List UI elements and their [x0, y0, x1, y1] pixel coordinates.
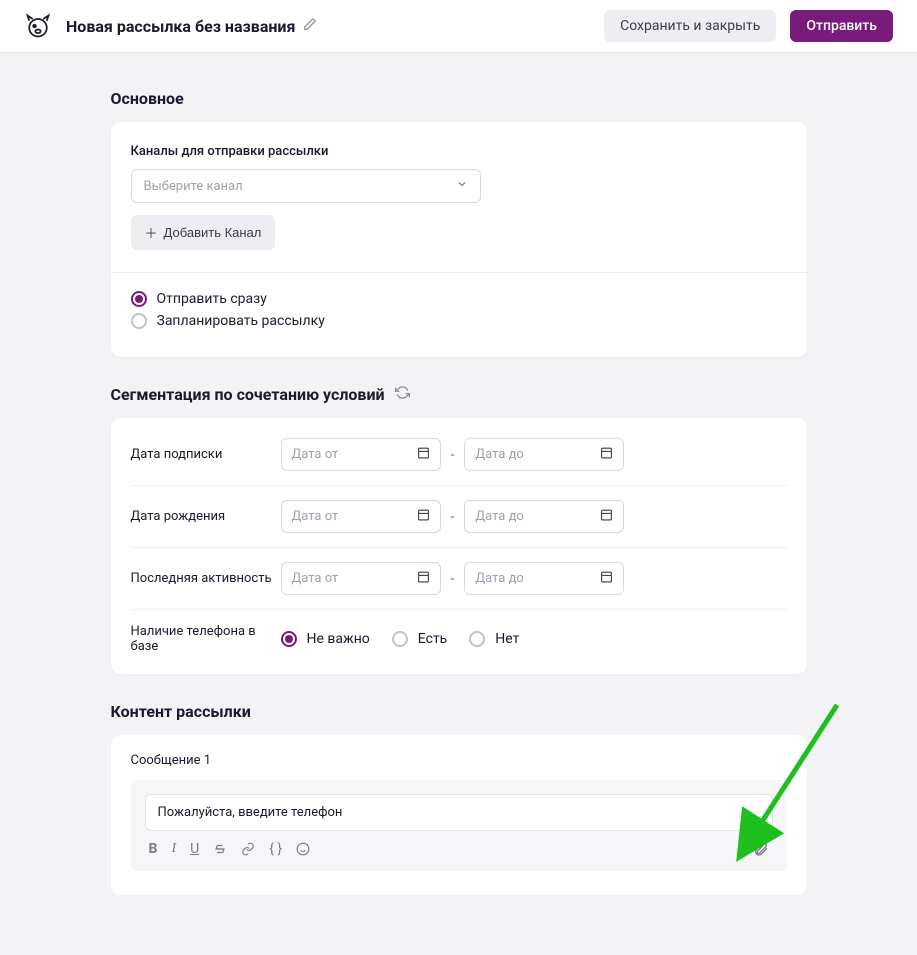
card-segmentation: Дата подписки Дата от - Дата до Дата рож…: [111, 418, 807, 674]
braces-icon[interactable]: { }: [269, 841, 282, 857]
calendar-icon: [417, 570, 430, 587]
add-channel-button[interactable]: ＋ Добавить Канал: [131, 215, 276, 250]
chevron-down-icon: [456, 178, 468, 194]
emoji-icon[interactable]: [296, 842, 310, 856]
card-main: Каналы для отправки рассылки Выберите ка…: [111, 122, 807, 357]
italic-icon[interactable]: I: [171, 841, 176, 857]
radio-phone-no[interactable]: Нет: [469, 631, 519, 647]
radio-icon: [131, 291, 147, 307]
radio-phone-yes[interactable]: Есть: [392, 631, 448, 647]
date-to-subscription[interactable]: Дата до: [464, 438, 624, 471]
row-phone-presence: Наличие телефона в базе Не важно Есть Не…: [131, 610, 787, 668]
dash: -: [451, 571, 455, 587]
date-to-birth[interactable]: Дата до: [464, 500, 624, 533]
label-activity-date: Последняя активность: [131, 571, 281, 586]
radio-phone-any[interactable]: Не важно: [281, 631, 370, 647]
date-from-activity[interactable]: Дата от: [281, 562, 441, 595]
radio-phone-yes-label: Есть: [418, 631, 448, 647]
editor-toolbar: B I U { }: [145, 841, 773, 857]
edit-title-icon[interactable]: [303, 17, 317, 35]
channels-label: Каналы для отправки рассылки: [131, 144, 787, 159]
label-birth-date: Дата рождения: [131, 509, 281, 524]
page-container: Основное Каналы для отправки рассылки Вы…: [99, 53, 819, 955]
radio-schedule[interactable]: Запланировать рассылку: [131, 313, 787, 329]
editor-wrap: B I U { }: [131, 780, 787, 871]
row-birth-date: Дата рождения Дата от - Дата до: [131, 486, 787, 548]
radio-icon: [469, 631, 485, 647]
card-content: Сообщение 1 B I U { }: [111, 735, 807, 895]
underline-icon[interactable]: U: [190, 841, 199, 857]
section-main-title: Основное: [111, 89, 807, 108]
radio-send-now[interactable]: Отправить сразу: [131, 291, 787, 307]
save-close-button[interactable]: Сохранить и закрыть: [604, 10, 776, 42]
page-title: Новая рассылка без названия: [66, 17, 295, 36]
dash: -: [451, 509, 455, 525]
message-label: Сообщение 1: [131, 753, 787, 768]
row-subscription-date: Дата подписки Дата от - Дата до: [131, 424, 787, 486]
label-phone-presence: Наличие телефона в базе: [131, 624, 281, 654]
phone-radio-group: Не важно Есть Нет: [281, 631, 520, 647]
strikethrough-icon[interactable]: [213, 842, 227, 856]
radio-icon: [392, 631, 408, 647]
add-channel-label: Добавить Канал: [164, 225, 262, 240]
send-button[interactable]: Отправить: [790, 10, 893, 42]
radio-phone-no-label: Нет: [495, 631, 519, 647]
attachment-icon[interactable]: [753, 841, 769, 857]
calendar-icon: [417, 446, 430, 463]
row-activity-date: Последняя активность Дата от - Дата до: [131, 548, 787, 610]
app-header: Новая рассылка без названия Сохранить и …: [0, 0, 917, 53]
calendar-icon: [600, 508, 613, 525]
radio-phone-any-label: Не важно: [307, 631, 370, 647]
dash: -: [451, 447, 455, 463]
label-subscription-date: Дата подписки: [131, 447, 281, 462]
calendar-icon: [600, 446, 613, 463]
message-input[interactable]: [145, 794, 773, 831]
date-from-birth[interactable]: Дата от: [281, 500, 441, 533]
divider: [111, 272, 807, 273]
plus-icon: ＋: [145, 223, 158, 242]
radio-schedule-label: Запланировать рассылку: [157, 313, 325, 329]
radio-icon: [131, 313, 147, 329]
refresh-icon[interactable]: [395, 385, 410, 404]
bold-icon[interactable]: B: [149, 841, 158, 857]
channel-select-placeholder: Выберите канал: [144, 179, 243, 194]
calendar-icon: [417, 508, 430, 525]
section-content-title: Контент рассылки: [111, 702, 807, 721]
channel-select[interactable]: Выберите канал: [131, 169, 481, 203]
date-to-activity[interactable]: Дата до: [464, 562, 624, 595]
date-from-subscription[interactable]: Дата от: [281, 438, 441, 471]
title-wrap: Новая рассылка без названия: [66, 17, 590, 36]
segmentation-title-text: Сегментация по сочетанию условий: [111, 385, 385, 404]
app-logo: [24, 12, 52, 40]
radio-icon: [281, 631, 297, 647]
radio-send-now-label: Отправить сразу: [157, 291, 267, 307]
link-icon[interactable]: [241, 842, 255, 856]
section-segmentation-title: Сегментация по сочетанию условий: [111, 385, 807, 404]
calendar-icon: [600, 570, 613, 587]
